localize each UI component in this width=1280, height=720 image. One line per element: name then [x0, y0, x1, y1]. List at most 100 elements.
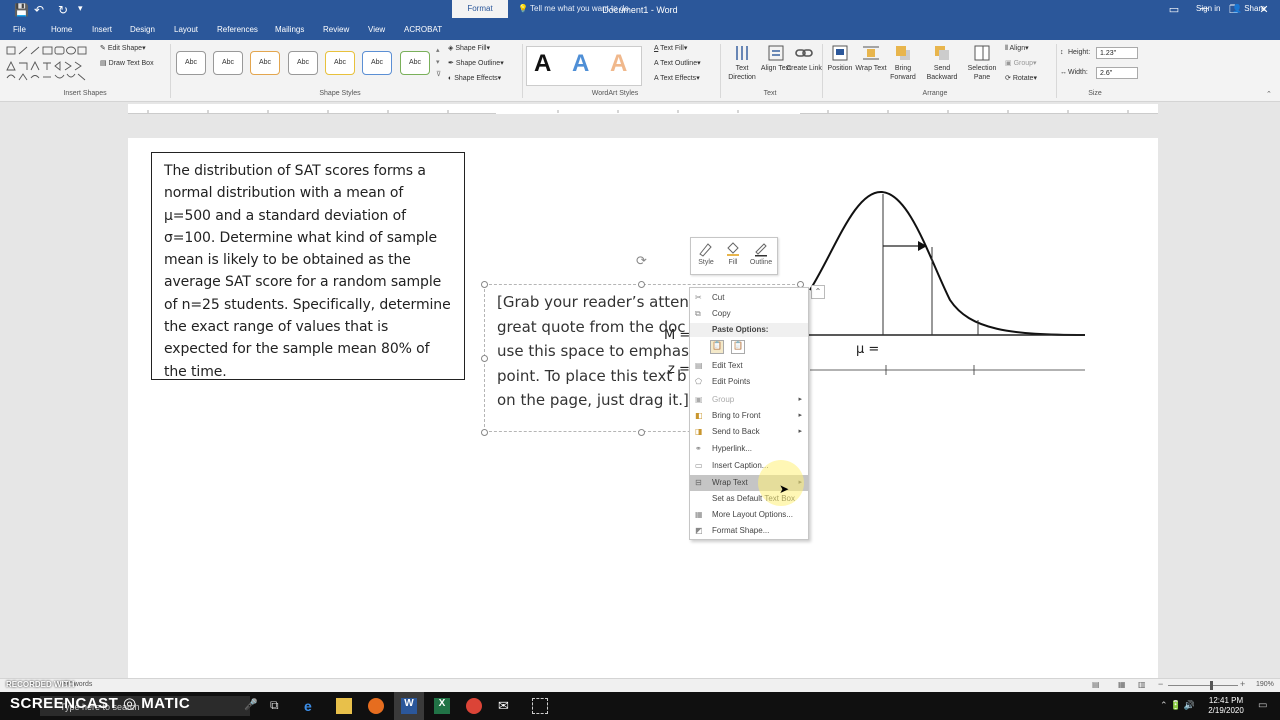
edge-icon[interactable]: e [304, 698, 320, 714]
shapes-gallery-icon[interactable] [5, 45, 93, 85]
menu-item-cut[interactable]: ✂ Cut [690, 290, 808, 306]
ribbon-display-icon[interactable]: ▭ [1162, 3, 1186, 19]
shape-style-5[interactable]: Abc [325, 51, 355, 75]
tab-format[interactable]: Format [452, 0, 508, 18]
horizontal-ruler[interactable] [128, 104, 1158, 114]
text-fill-button[interactable]: A Text Fill▾ [654, 44, 687, 52]
resize-handle[interactable] [481, 429, 488, 436]
task-view-icon[interactable]: ⧉ [270, 698, 286, 714]
shape-outline-button[interactable]: ✒ Shape Outline▾ [448, 59, 504, 67]
gallery-more-icon[interactable]: ⊽ [436, 70, 441, 78]
shape-style-4[interactable]: Abc [288, 51, 318, 75]
tab-review[interactable]: Review [323, 25, 349, 34]
shape-fill-button[interactable]: ◈ Shape Fill▾ [448, 44, 490, 52]
notifications-icon[interactable]: ▭ [1258, 700, 1267, 711]
save-icon[interactable]: 💾 [14, 3, 29, 17]
shape-style-3[interactable]: Abc [250, 51, 280, 75]
tab-acrobat[interactable]: ACROBAT [404, 25, 442, 34]
send-backward-button[interactable]: Send Backward [922, 44, 962, 82]
width-input[interactable]: 2.6" [1096, 67, 1138, 79]
collapse-ribbon-icon[interactable]: ⌃ [1266, 90, 1272, 98]
tab-file[interactable]: File [13, 25, 26, 34]
share-button[interactable]: 👤 Share [1232, 4, 1266, 13]
shape-effects-button[interactable]: ◐ Shape Effects▾ [448, 74, 501, 82]
sign-in-link[interactable]: Sign in [1196, 4, 1220, 13]
excel-icon[interactable]: X [434, 698, 450, 714]
snipping-tool-icon[interactable] [532, 698, 548, 714]
style-button[interactable]: Style [692, 241, 720, 266]
gallery-scroll-down-icon[interactable]: ▾ [436, 58, 440, 66]
paste-keep-formatting-icon[interactable]: 📋 [710, 340, 724, 354]
wordart-style-orange-icon[interactable]: A [610, 50, 627, 78]
system-tray-icons[interactable]: ⌃ 🔋 🔊 [1160, 700, 1195, 711]
tab-mailings[interactable]: Mailings [275, 25, 304, 34]
vertical-ruler[interactable] [0, 114, 12, 674]
menu-item-send-to-back[interactable]: ◨ Send to Back ▸ [690, 424, 808, 440]
quote-text[interactable]: [Grab your reader’s atten great quote fr… [497, 290, 697, 420]
menu-item-edit-points[interactable]: ⬠ Edit Points [690, 374, 808, 390]
gallery-scroll-up-icon[interactable]: ▴ [436, 46, 440, 54]
print-layout-icon[interactable]: ▦ [1118, 680, 1126, 689]
rotate-handle-icon[interactable]: ⟳ [636, 253, 647, 269]
zoom-out-icon[interactable]: − [1158, 679, 1163, 689]
menu-item-group[interactable]: ▣ Group ▸ [690, 392, 808, 408]
shape-style-6[interactable]: Abc [362, 51, 392, 75]
redo-icon[interactable]: ↻ [58, 3, 68, 17]
taskbar-clock[interactable]: 12:41 PM 2/19/2020 [1206, 696, 1246, 716]
resize-handle[interactable] [481, 281, 488, 288]
shape-style-7[interactable]: Abc [400, 51, 430, 75]
outline-label: Outline [749, 259, 773, 266]
resize-handle[interactable] [638, 429, 645, 436]
read-mode-icon[interactable]: ▤ [1092, 680, 1100, 689]
shape-style-2[interactable]: Abc [213, 51, 243, 75]
menu-item-format-shape[interactable]: ◩ Format Shape... [690, 523, 808, 539]
undo-icon[interactable]: ↶ [34, 3, 44, 17]
bring-forward-button[interactable]: Bring Forward [883, 44, 923, 82]
text-outline-button[interactable]: A Text Outline▾ [654, 59, 701, 67]
firefox-icon[interactable] [368, 698, 384, 714]
chrome-icon[interactable] [466, 698, 482, 714]
zoom-level[interactable]: 190% [1256, 681, 1274, 688]
tab-layout[interactable]: Layout [174, 25, 198, 34]
draw-text-box-button[interactable]: ▤ Draw Text Box [100, 59, 154, 67]
menu-item-hyperlink[interactable]: ⚭ Hyperlink... [690, 441, 808, 457]
resize-handle[interactable] [481, 355, 488, 362]
menu-item-edit-text[interactable]: ▤ Edit Text [690, 358, 808, 374]
create-link-button[interactable]: Create Link [784, 44, 824, 73]
zoom-in-icon[interactable]: + [1240, 679, 1245, 689]
menu-item-more-layout[interactable]: ▦ More Layout Options... [690, 507, 808, 523]
word-icon[interactable]: W [401, 698, 417, 714]
microphone-icon[interactable]: 🎤 [244, 698, 260, 714]
mail-icon[interactable]: ✉ [498, 698, 514, 714]
paste-text-only-icon[interactable]: 📋 [731, 340, 745, 354]
file-explorer-icon[interactable] [336, 698, 352, 714]
tab-home[interactable]: Home [51, 25, 72, 34]
customize-qat-icon[interactable]: ▾ [78, 3, 83, 14]
zoom-slider[interactable] [1168, 685, 1238, 686]
resize-handle[interactable] [638, 281, 645, 288]
wordart-style-blue-icon[interactable]: A [572, 50, 589, 78]
web-layout-icon[interactable]: ▥ [1138, 680, 1146, 689]
align-button[interactable]: ⫴ Align▾ [1005, 44, 1029, 53]
rotate-button[interactable]: ⟳ Rotate▾ [1005, 74, 1037, 82]
normal-curve-diagram[interactable] [790, 180, 1090, 380]
height-input[interactable]: 1.23" [1096, 47, 1138, 59]
tab-references[interactable]: References [217, 25, 258, 34]
selection-pane-button[interactable]: Selection Pane [962, 44, 1002, 82]
group-button[interactable]: ▣ Group▾ [1005, 59, 1037, 67]
zoom-slider-thumb[interactable] [1210, 681, 1213, 690]
edit-shape-button[interactable]: ✎ Edit Shape▾ [100, 44, 146, 52]
wordart-style-black-icon[interactable]: A [534, 50, 551, 78]
tab-design[interactable]: Design [130, 25, 155, 34]
text-effects-button[interactable]: A Text Effects▾ [654, 74, 700, 82]
menu-item-bring-to-front[interactable]: ◧ Bring to Front ▸ [690, 408, 808, 424]
outline-button[interactable]: Outline [747, 241, 775, 266]
fill-button[interactable]: Fill [719, 241, 747, 266]
tell-me-search[interactable]: 💡 Tell me what you want to do... [518, 4, 635, 13]
problem-text-box[interactable]: The distribution of SAT scores forms a n… [151, 152, 465, 380]
tab-insert[interactable]: Insert [92, 25, 112, 34]
layout-options-icon[interactable]: ⌃ [811, 285, 825, 299]
menu-item-copy[interactable]: ⧉ Copy [690, 306, 808, 322]
tab-view[interactable]: View [368, 25, 385, 34]
shape-style-1[interactable]: Abc [176, 51, 206, 75]
